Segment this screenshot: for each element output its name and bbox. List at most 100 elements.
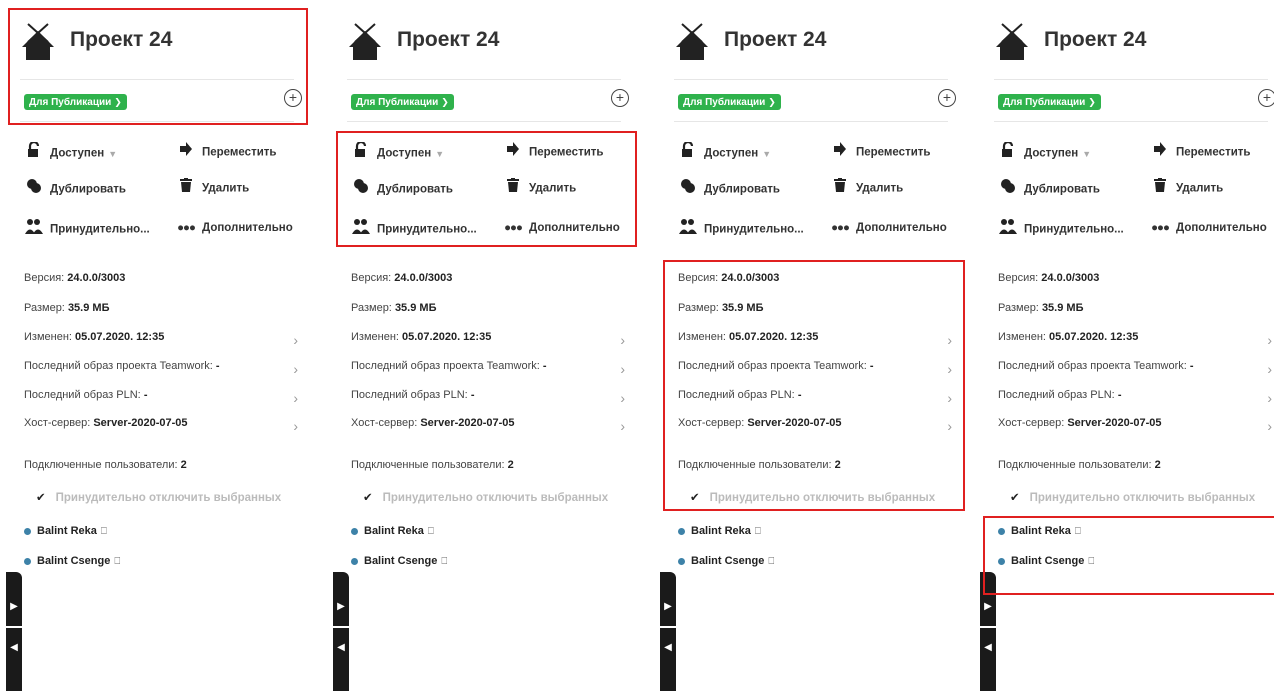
chevron-right-icon[interactable]: › bbox=[293, 390, 298, 406]
pln-info[interactable]: Последний образ PLN: - bbox=[351, 389, 474, 401]
pln-info[interactable]: Последний образ PLN: - bbox=[24, 389, 147, 401]
unlock-icon bbox=[998, 140, 1018, 165]
more-icon: ●●● bbox=[1151, 222, 1170, 234]
user-item[interactable]: Balint Csenge ⎕ bbox=[998, 555, 1094, 567]
force-disconnect-button[interactable]: ✔ Принудительно отключить выбранных bbox=[690, 490, 935, 504]
teamwork-info[interactable]: Последний образ проекта Teamwork: - bbox=[678, 360, 874, 372]
chevron-right-icon[interactable]: › bbox=[1267, 390, 1272, 406]
chevron-right-icon[interactable]: › bbox=[947, 361, 952, 377]
status-tag-dropdown[interactable]: Для Публикации ❯ bbox=[351, 94, 454, 110]
chevron-right-icon[interactable]: › bbox=[947, 390, 952, 406]
status-tag-dropdown[interactable]: Для Публикации ❯ bbox=[678, 94, 781, 110]
house-icon bbox=[996, 23, 1028, 60]
modified-info[interactable]: Изменен: 05.07.2020. 12:35 bbox=[678, 331, 818, 343]
duplicate-button[interactable]: Дублировать bbox=[678, 178, 780, 198]
move-button[interactable]: Переместить bbox=[830, 142, 930, 162]
available-button[interactable]: Доступен ▼ bbox=[24, 140, 117, 162]
pln-info[interactable]: Последний образ PLN: - bbox=[998, 389, 1121, 401]
pln-value: - bbox=[470, 389, 475, 401]
chevron-right-icon[interactable]: › bbox=[620, 390, 625, 406]
teamwork-info[interactable]: Последний образ проекта Teamwork: - bbox=[24, 360, 220, 372]
chevron-right-icon[interactable]: › bbox=[947, 332, 952, 348]
delete-label: Удалить bbox=[856, 182, 904, 195]
user-item[interactable]: Balint Reka ⎕ bbox=[998, 525, 1081, 537]
user-item[interactable]: Balint Reka ⎕ bbox=[678, 525, 761, 537]
user-item[interactable]: Balint Reka ⎕ bbox=[24, 525, 107, 537]
teamwork-info[interactable]: Последний образ проекта Teamwork: - bbox=[998, 360, 1194, 372]
available-button[interactable]: Доступен ▼ bbox=[678, 140, 771, 162]
force-button[interactable]: Принудительно... bbox=[998, 218, 1124, 238]
modified-info[interactable]: Изменен: 05.07.2020. 12:35 bbox=[24, 331, 164, 343]
more-button[interactable]: ●●● Дополнительно bbox=[503, 218, 620, 238]
size-label: Размер: bbox=[998, 302, 1039, 314]
status-tag-dropdown[interactable]: Для Публикации ❯ bbox=[998, 94, 1101, 110]
chevron-right-icon[interactable]: › bbox=[1267, 418, 1272, 434]
collapse-panel-tab[interactable]: ◀ bbox=[333, 628, 349, 691]
host-info[interactable]: Хост-сервер: Server-2020-07-05 bbox=[351, 417, 515, 429]
move-button[interactable]: Переместить bbox=[176, 142, 276, 162]
chevron-down-icon: ❯ bbox=[1088, 97, 1096, 107]
user-item[interactable]: Balint Reka ⎕ bbox=[351, 525, 434, 537]
chevron-right-icon[interactable]: › bbox=[293, 332, 298, 348]
force-disconnect-button[interactable]: ✔ Принудительно отключить выбранных bbox=[1010, 490, 1255, 504]
expand-panel-tab[interactable]: ▶ bbox=[6, 572, 22, 626]
force-button[interactable]: Принудительно... bbox=[24, 218, 150, 238]
chevron-right-icon[interactable]: › bbox=[293, 418, 298, 434]
move-button[interactable]: Переместить bbox=[1150, 142, 1250, 162]
chevron-right-icon[interactable]: › bbox=[1267, 361, 1272, 377]
modified-info[interactable]: Изменен: 05.07.2020. 12:35 bbox=[351, 331, 491, 343]
triangle-right-icon: ▶ bbox=[10, 601, 18, 612]
modified-info[interactable]: Изменен: 05.07.2020. 12:35 bbox=[998, 331, 1138, 343]
teamwork-info[interactable]: Последний образ проекта Teamwork: - bbox=[351, 360, 547, 372]
collapse-panel-tab[interactable]: ◀ bbox=[980, 628, 996, 691]
host-info[interactable]: Хост-сервер: Server-2020-07-05 bbox=[24, 417, 188, 429]
trash-icon bbox=[176, 178, 196, 199]
available-button[interactable]: Доступен ▼ bbox=[998, 140, 1091, 165]
more-button[interactable]: ●●● Дополнительно bbox=[1150, 218, 1267, 238]
force-disconnect-button[interactable]: ✔ Принудительно отключить выбранных bbox=[36, 490, 281, 504]
status-tag-dropdown[interactable]: Для Публикации ❯ bbox=[24, 94, 127, 110]
chevron-right-icon[interactable]: › bbox=[620, 332, 625, 348]
delete-button[interactable]: Удалить bbox=[503, 178, 576, 198]
delete-button[interactable]: Удалить bbox=[830, 178, 903, 198]
chevron-right-icon[interactable]: › bbox=[620, 361, 625, 377]
user-item[interactable]: Balint Csenge ⎕ bbox=[678, 555, 774, 567]
duplicate-label: Дублировать bbox=[50, 183, 126, 196]
force-button[interactable]: Принудительно... bbox=[351, 218, 477, 238]
host-info[interactable]: Хост-сервер: Server-2020-07-05 bbox=[998, 417, 1162, 429]
connected-users-info: Подключенные пользователи: 2 bbox=[24, 459, 187, 471]
collapse-panel-tab[interactable]: ◀ bbox=[6, 628, 22, 691]
add-button[interactable]: + bbox=[938, 89, 956, 107]
available-button[interactable]: Доступен ▼ bbox=[351, 140, 444, 162]
delete-button[interactable]: Удалить bbox=[176, 178, 249, 198]
chevron-down-icon: ❯ bbox=[441, 97, 449, 107]
chevron-down-icon: ❯ bbox=[114, 97, 122, 107]
add-button[interactable]: + bbox=[611, 89, 629, 107]
user-item[interactable]: Balint Csenge ⎕ bbox=[24, 555, 120, 567]
user-item[interactable]: Balint Csenge ⎕ bbox=[351, 555, 447, 567]
force-button[interactable]: Принудительно... bbox=[678, 218, 804, 238]
chevron-right-icon[interactable]: › bbox=[1267, 332, 1272, 348]
chevron-right-icon[interactable]: › bbox=[293, 361, 298, 377]
chevron-right-icon[interactable]: › bbox=[947, 418, 952, 434]
delete-button[interactable]: Удалить bbox=[1150, 178, 1223, 198]
expand-panel-tab[interactable]: ▶ bbox=[980, 572, 996, 626]
add-button[interactable]: + bbox=[1258, 89, 1274, 107]
pln-info[interactable]: Последний образ PLN: - bbox=[678, 389, 801, 401]
collapse-panel-tab[interactable]: ◀ bbox=[660, 628, 676, 691]
plus-icon: + bbox=[288, 89, 298, 105]
force-label: Принудительно... bbox=[1024, 223, 1124, 236]
force-disconnect-button[interactable]: ✔ Принудительно отключить выбранных bbox=[363, 490, 608, 504]
expand-panel-tab[interactable]: ▶ bbox=[660, 572, 676, 626]
expand-panel-tab[interactable]: ▶ bbox=[333, 572, 349, 626]
more-button[interactable]: ●●● Дополнительно bbox=[176, 218, 293, 238]
plus-icon: + bbox=[615, 89, 625, 105]
move-button[interactable]: Переместить bbox=[503, 142, 603, 162]
duplicate-button[interactable]: Дублировать bbox=[998, 178, 1100, 198]
more-button[interactable]: ●●● Дополнительно bbox=[830, 218, 947, 238]
chevron-right-icon[interactable]: › bbox=[620, 418, 625, 434]
duplicate-button[interactable]: Дублировать bbox=[24, 178, 126, 198]
host-info[interactable]: Хост-сервер: Server-2020-07-05 bbox=[678, 417, 842, 429]
duplicate-button[interactable]: Дублировать bbox=[351, 178, 453, 198]
add-button[interactable]: + bbox=[284, 89, 302, 107]
